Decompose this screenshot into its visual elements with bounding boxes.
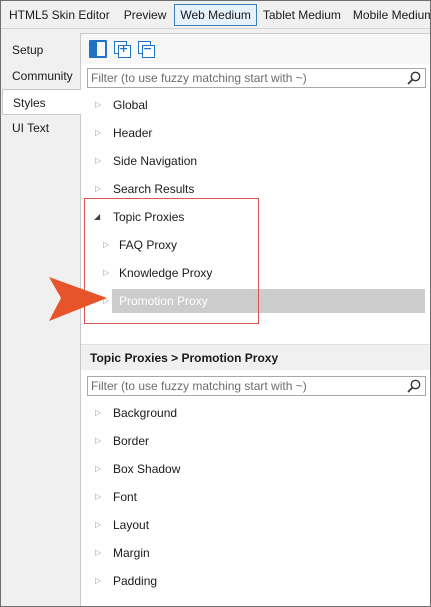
tree-item-side-navigation[interactable]: ▷ Side Navigation: [81, 147, 430, 175]
property-group-border[interactable]: ▷ Border: [81, 427, 430, 455]
toolbar-item-mobile-medium[interactable]: Mobile Medium: [347, 4, 430, 26]
top-toolbar: HTML5 Skin Editor Preview Web Medium Tab…: [1, 1, 430, 29]
expand-arrow-icon[interactable]: ▷: [95, 483, 101, 511]
properties-header: Topic Proxies > Promotion Proxy: [81, 344, 430, 370]
skin-editor-window: HTML5 Skin Editor Preview Web Medium Tab…: [0, 0, 431, 607]
expand-arrow-icon[interactable]: ▷: [95, 147, 101, 175]
property-group-font[interactable]: ▷ Font: [81, 483, 430, 511]
property-filter-input[interactable]: [88, 377, 398, 395]
toolbar-item-tablet-medium[interactable]: Tablet Medium: [257, 4, 347, 26]
style-tree: ▷ Global ▷ Header ▷ Side Navigation ▷ Se…: [81, 91, 430, 315]
search-icon[interactable]: [407, 71, 421, 85]
tree-item-promotion-proxy[interactable]: ▷ Promotion Proxy: [81, 287, 430, 315]
callout-arrow-icon: [49, 277, 107, 321]
toolbar-item-skin-editor[interactable]: HTML5 Skin Editor: [3, 4, 116, 26]
tree-item-faq-proxy[interactable]: ▷ FAQ Proxy: [81, 231, 430, 259]
style-filter-input[interactable]: [88, 69, 398, 87]
property-group-list: ▷ Background ▷ Border ▷ Box Shadow ▷ Fon…: [81, 399, 430, 595]
expand-arrow-icon[interactable]: ▷: [95, 511, 101, 539]
property-group-margin[interactable]: ▷ Margin: [81, 539, 430, 567]
property-group-background[interactable]: ▷ Background: [81, 399, 430, 427]
expand-arrow-icon[interactable]: ▷: [103, 231, 109, 259]
styles-icon-bar: + −: [81, 34, 430, 64]
expand-arrow-icon[interactable]: ▷: [95, 399, 101, 427]
toolbar-item-web-medium[interactable]: Web Medium: [174, 3, 257, 26]
tab-community[interactable]: Community: [2, 63, 80, 89]
tree-item-header[interactable]: ▷ Header: [81, 119, 430, 147]
tree-item-knowledge-proxy[interactable]: ▷ Knowledge Proxy: [81, 259, 430, 287]
expand-arrow-icon[interactable]: ▷: [95, 539, 101, 567]
collapse-arrow-icon[interactable]: ◢: [94, 203, 100, 231]
expand-arrow-icon[interactable]: ▷: [95, 455, 101, 483]
tab-ui-text[interactable]: UI Text: [2, 115, 80, 141]
property-group-layout[interactable]: ▷ Layout: [81, 511, 430, 539]
left-tab-strip: Setup Community Styles UI Text: [2, 37, 81, 141]
expand-arrow-icon[interactable]: ▷: [95, 427, 101, 455]
expand-arrow-icon[interactable]: ▷: [95, 119, 101, 147]
property-group-padding[interactable]: ▷ Padding: [81, 567, 430, 595]
collapse-all-icon[interactable]: −: [137, 40, 155, 58]
property-group-box-shadow[interactable]: ▷ Box Shadow: [81, 455, 430, 483]
tree-item-global[interactable]: ▷ Global: [81, 91, 430, 119]
style-filter-field: [87, 68, 426, 88]
search-icon[interactable]: [407, 379, 421, 393]
tab-setup[interactable]: Setup: [2, 37, 80, 63]
toolbar-item-preview[interactable]: Preview: [118, 4, 173, 26]
expand-all-icon[interactable]: +: [113, 40, 131, 58]
expand-arrow-icon[interactable]: ▷: [95, 175, 101, 203]
tab-styles[interactable]: Styles: [2, 89, 81, 115]
property-filter-field: [87, 376, 426, 396]
panel-toggle-icon[interactable]: [89, 40, 107, 58]
tree-item-search-results[interactable]: ▷ Search Results: [81, 175, 430, 203]
expand-arrow-icon[interactable]: ▷: [95, 567, 101, 595]
styles-panel: + − ▷ Global ▷ Header ▷ Side Navigation: [80, 33, 430, 606]
tree-item-topic-proxies[interactable]: ◢ Topic Proxies: [81, 203, 430, 231]
expand-arrow-icon[interactable]: ▷: [95, 91, 101, 119]
